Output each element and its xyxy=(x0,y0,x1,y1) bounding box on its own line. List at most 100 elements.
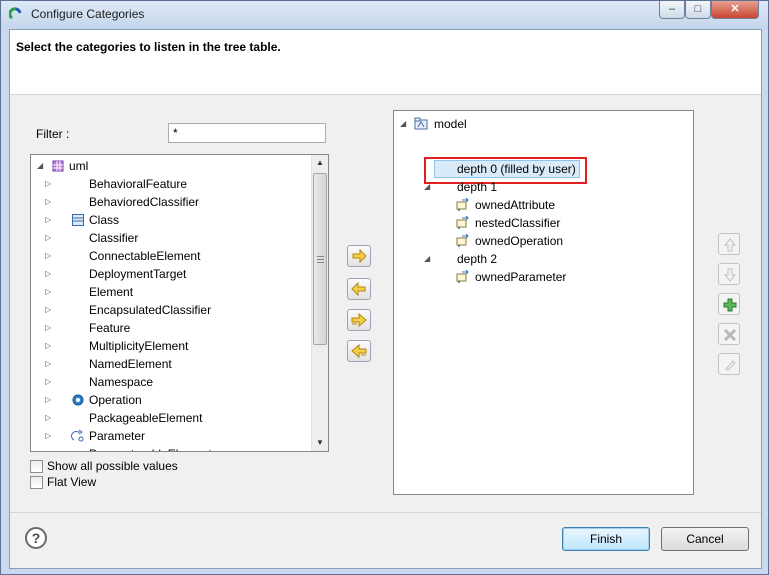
expand-icon[interactable]: ▷ xyxy=(45,355,55,373)
tree-item[interactable]: ▷ DeploymentTarget xyxy=(45,265,307,283)
delete-button[interactable] xyxy=(718,323,740,345)
expand-icon[interactable]: ▷ xyxy=(45,283,55,301)
add-button[interactable] xyxy=(718,293,740,315)
header-message: Select the categories to listen in the t… xyxy=(16,40,281,54)
tree-item-label: ownedOperation xyxy=(475,234,564,248)
tree-item-depth0[interactable]: depth 0 (filled by user) xyxy=(457,160,587,178)
tree-item[interactable]: nestedClassifier xyxy=(456,214,606,232)
feature-icon xyxy=(456,234,469,247)
expand-icon[interactable]: ▷ xyxy=(45,175,55,193)
tree-item[interactable]: ▷ BehavioralFeature xyxy=(45,175,307,193)
tree-item[interactable]: ▷ EncapsulatedClassifier xyxy=(45,301,307,319)
tree-item[interactable]: ▷ Operation xyxy=(45,391,307,409)
move-down-button[interactable] xyxy=(718,263,740,285)
tree-item-label: Feature xyxy=(89,321,131,335)
expand-icon[interactable]: ▷ xyxy=(45,445,55,451)
scrollbar-thumb[interactable] xyxy=(313,173,327,345)
feature-icon xyxy=(456,270,469,283)
move-up-button[interactable] xyxy=(718,233,740,255)
tree-item[interactable]: ownedAttribute xyxy=(456,196,606,214)
tree-item-label: Element xyxy=(89,285,134,299)
show-all-values-checkbox[interactable] xyxy=(30,460,43,473)
tree-item[interactable]: ownedParameter xyxy=(456,268,606,286)
expand-icon[interactable]: ▷ xyxy=(45,409,55,427)
close-button[interactable]: ✕ xyxy=(711,1,759,19)
tree-root-label: model xyxy=(434,117,467,131)
tree-root-label: uml xyxy=(69,159,89,173)
tree-scrollbar[interactable]: ▲ ▼ xyxy=(311,155,328,451)
flat-view-checkbox[interactable] xyxy=(30,476,43,489)
expand-icon[interactable]: ◢ xyxy=(37,157,47,175)
remove-selection-button[interactable] xyxy=(347,278,371,300)
operation-icon xyxy=(72,394,84,406)
selected-categories-tree[interactable]: ◢ model depth 0 (filled by user) ◢ depth… xyxy=(393,110,694,495)
depth0-label: depth 0 (filled by user) xyxy=(457,162,576,176)
model-icon xyxy=(414,117,428,130)
tree-item-label: EncapsulatedClassifier xyxy=(89,303,212,317)
expand-icon[interactable]: ▷ xyxy=(45,373,55,391)
title-bar: Configure Categories – □ ✕ xyxy=(1,1,768,29)
tree-item[interactable]: ▷ BehavioredClassifier xyxy=(45,193,307,211)
tree-item[interactable]: ▷ ConnectableElement xyxy=(45,247,307,265)
filter-input[interactable] xyxy=(168,123,326,143)
tree-item[interactable]: ▷ Classifier xyxy=(45,229,307,247)
tree-item-label: MultiplicityElement xyxy=(89,339,189,353)
expand-icon[interactable]: ▷ xyxy=(45,427,55,445)
expand-icon[interactable]: ▷ xyxy=(45,193,55,211)
tree-item[interactable]: ownedOperation xyxy=(456,232,606,250)
depth1-label: depth 1 xyxy=(457,180,498,194)
tree-item-label: ConnectableElement xyxy=(89,249,201,263)
expand-icon[interactable]: ▷ xyxy=(45,265,55,283)
show-all-values-option[interactable]: Show all possible values xyxy=(30,459,230,475)
tree-item[interactable]: ▷ ParameterableElement xyxy=(45,445,307,451)
tree-item-depth2[interactable]: ◢ depth 2 xyxy=(424,250,574,268)
edit-button[interactable] xyxy=(718,353,740,375)
tree-item[interactable]: ▷ NamedElement xyxy=(45,355,307,373)
expand-icon[interactable]: ◢ xyxy=(424,178,434,196)
help-icon[interactable]: ? xyxy=(25,527,47,549)
tree-item[interactable]: ▷ Parameter xyxy=(45,427,307,445)
category-tree[interactable]: ◢ uml ▷ BehavioralFeature ▷ BehavioredClass… xyxy=(30,154,329,452)
expand-icon[interactable]: ▷ xyxy=(45,229,55,247)
expand-icon[interactable]: ▷ xyxy=(45,337,55,355)
tree-item[interactable]: ▷ Class xyxy=(45,211,307,229)
tree-item[interactable]: ▷ Feature xyxy=(45,319,307,337)
edit-icon xyxy=(725,360,736,371)
expand-icon[interactable]: ▷ xyxy=(45,301,55,319)
flat-view-option[interactable]: Flat View xyxy=(30,475,230,491)
remove-all-button[interactable] xyxy=(347,340,371,362)
tree-item[interactable]: ▷ Element xyxy=(45,283,307,301)
window-title: Configure Categories xyxy=(31,7,145,21)
add-all-button[interactable] xyxy=(347,309,371,331)
maximize-button[interactable]: □ xyxy=(685,1,711,19)
arrow-left-icon xyxy=(351,281,366,297)
tree-root-model[interactable]: ◢ model xyxy=(400,115,600,133)
expand-icon[interactable]: ◢ xyxy=(400,115,410,133)
show-all-values-label: Show all possible values xyxy=(47,459,178,473)
move-up-icon xyxy=(723,238,737,252)
minimize-button[interactable]: – xyxy=(659,1,685,19)
tree-item[interactable]: ▷ PackageableElement xyxy=(45,409,307,427)
tree-item-depth1[interactable]: ◢ depth 1 xyxy=(424,178,574,196)
parameter-icon xyxy=(71,429,84,442)
cancel-button[interactable]: Cancel xyxy=(661,527,749,551)
tree-item-label: BehavioralFeature xyxy=(89,177,188,191)
expand-icon[interactable]: ▷ xyxy=(45,247,55,265)
tree-root-uml[interactable]: ◢ uml xyxy=(37,157,307,175)
expand-icon[interactable]: ▷ xyxy=(45,211,55,229)
expand-icon[interactable]: ◢ xyxy=(424,250,434,268)
tree-item[interactable]: ▷ MultiplicityElement xyxy=(45,337,307,355)
maximize-icon: □ xyxy=(694,3,702,15)
expand-icon[interactable]: ▷ xyxy=(45,319,55,337)
add-icon xyxy=(723,298,737,312)
tree-item[interactable]: ▷ Namespace xyxy=(45,373,307,391)
add-selection-button[interactable] xyxy=(347,245,371,267)
double-arrow-left-icon xyxy=(351,343,367,359)
feature-icon xyxy=(456,216,469,229)
scroll-up-icon[interactable]: ▲ xyxy=(312,155,328,171)
class-icon xyxy=(72,214,84,226)
expand-icon[interactable]: ▷ xyxy=(45,391,55,409)
scroll-down-icon[interactable]: ▼ xyxy=(312,435,328,451)
tree-item-label: ownedAttribute xyxy=(475,198,556,212)
finish-button[interactable]: Finish xyxy=(562,527,650,551)
